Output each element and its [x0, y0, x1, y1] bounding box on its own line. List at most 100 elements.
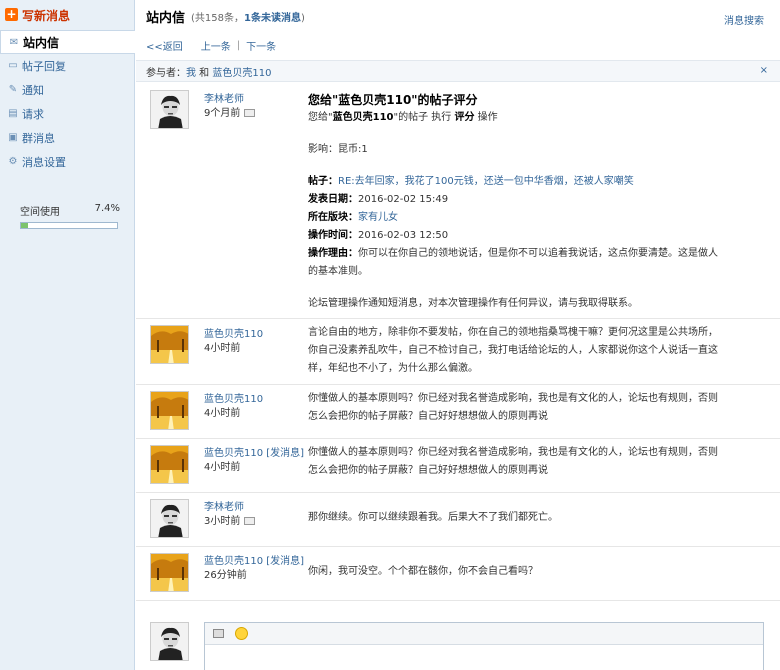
notice-post: 帖子：RE:去年回家，我花了100元钱，还送一包中华香烟，还被人家嘲笑	[308, 173, 718, 191]
message-body: 言论自由的地方，除非你不要发帖，你在自己的领地指桑骂槐干嘛？更何况这里是公共场所…	[308, 327, 718, 374]
notice-optime: 操作时间：2016-02-03 12:50	[308, 227, 718, 245]
avatar[interactable]	[150, 553, 189, 592]
next-link[interactable]: 下一条	[246, 38, 276, 53]
message-item: 李林老师 9个月前 您给"蓝色贝壳110"的帖子评分 您给"蓝色贝壳110"的帖…	[136, 83, 780, 319]
avatar[interactable]	[150, 391, 189, 430]
sidebar-item-message-settings[interactable]: ⚙ 消息设置	[0, 150, 134, 174]
space-usage-bar	[20, 222, 118, 229]
space-usage-fill	[21, 223, 29, 228]
message-author[interactable]: 李林老师	[204, 90, 244, 105]
field-label: 发表日期：	[308, 194, 358, 205]
reply-input[interactable]	[204, 622, 764, 670]
message-item: 蓝色贝壳110 4小时前 你懂做人的基本原则吗？你已经对我名誉造成影响，我也是有…	[136, 385, 780, 439]
line-text: 您给"	[308, 112, 333, 123]
message-author[interactable]: 蓝色贝壳110	[204, 325, 263, 340]
envelope-icon: ✉	[9, 37, 19, 48]
nav-separator: |	[236, 39, 241, 51]
close-icon[interactable]: ×	[760, 65, 768, 76]
sidebar-item-label: 通知	[22, 84, 44, 97]
notice-footer: 论坛管理操作通知短消息，对本次管理操作有任何异议，请与我取得联系。	[308, 298, 638, 309]
message-body: 你闲，我可没空。个个都在骸你，你不会自己看吗？	[308, 566, 538, 577]
group-chat-icon: ▣	[8, 132, 18, 143]
participant-other[interactable]: 蓝色贝壳110	[212, 64, 271, 79]
compose-label: 写新消息	[22, 8, 71, 23]
notice-date: 发表日期：2016-02-02 15:49	[308, 191, 718, 209]
field-label: 帖子：	[308, 176, 338, 187]
message-author-line: 蓝色贝壳110 [发消息]	[204, 444, 304, 459]
space-usage-label: 空间使用	[20, 207, 60, 218]
message-time: 26分钟前	[204, 570, 247, 581]
sidebar-item-inbox[interactable]: ✉ 站内信	[0, 30, 135, 54]
message-time: 4小时前	[204, 462, 241, 473]
avatar-autumn-icon	[151, 446, 188, 483]
message-body: 你懂做人的基本原则吗？你已经对我名誉造成影响，我也是有文化的人，论坛也有规则，否…	[308, 393, 718, 422]
field-label: 操作理由：	[308, 248, 358, 259]
link-icon[interactable]	[213, 629, 224, 638]
field-label: 所在版块：	[308, 212, 358, 223]
message-search-link[interactable]: 消息搜索	[724, 12, 764, 27]
sidebar-item-notices[interactable]: ✎ 通知	[0, 78, 134, 102]
reply-composer	[136, 608, 780, 670]
send-message-link[interactable]: [发消息]	[266, 556, 304, 567]
time-text: 3小时前	[204, 516, 241, 527]
message-item: 蓝色贝壳110 [发消息] 26分钟前 你闲，我可没空。个个都在骸你，你不会自己…	[136, 547, 780, 601]
notice-board: 所在版块：家有儿女	[308, 209, 718, 227]
message-author[interactable]: 李林老师	[204, 498, 244, 513]
avatar[interactable]	[150, 445, 189, 484]
unread-link[interactable]: 1条未读消息	[244, 13, 301, 24]
comment-icon: ▭	[8, 60, 18, 71]
sidebar-item-requests[interactable]: ▤ 请求	[0, 102, 134, 126]
count-suffix: )	[300, 12, 305, 24]
sidebar-item-group-messages[interactable]: ▣ 群消息	[0, 126, 134, 150]
field-label: 操作时间：	[308, 230, 358, 241]
send-message-link[interactable]: [发消息]	[266, 448, 304, 459]
sidebar-item-label: 消息设置	[22, 156, 66, 169]
board-link[interactable]: 家有儿女	[358, 212, 398, 223]
avatar-portrait-icon	[151, 91, 188, 128]
page-header: 站内信 (共158条，1条未读消息) 消息搜索	[136, 0, 780, 32]
sidebar-item-label: 帖子回复	[22, 60, 66, 73]
participants-bar: 参与者： 我 和 蓝色贝壳110 ×	[136, 60, 780, 82]
avatar-portrait-icon	[151, 623, 188, 660]
message-time: 4小时前	[204, 343, 241, 354]
message-item: 蓝色贝壳110 [发消息] 4小时前 你懂做人的基本原则吗？你已经对我名誉造成影…	[136, 439, 780, 493]
compose-button[interactable]: + 写新消息	[0, 0, 134, 30]
message-body: 你懂做人的基本原则吗？你已经对我名誉造成影响，我也是有文化的人，论坛也有规则，否…	[308, 447, 718, 476]
notice-reason: 操作理由：你可以在你自己的领地说话，但是你不可以追着我说话，这点你要清楚。这是做…	[308, 245, 718, 281]
line-text: 操作	[474, 112, 498, 123]
sidebar-item-label: 群消息	[22, 132, 55, 145]
message-body: 您给"蓝色贝壳110"的帖子评分 您给"蓝色贝壳110"的帖子 执行 评分 操作…	[308, 91, 718, 313]
smiley-icon[interactable]	[235, 627, 248, 640]
line-text: "的帖子 执行	[393, 112, 455, 123]
message-body: 那你继续。你可以继续跟着我。后果大不了我们都死亡。	[308, 512, 558, 523]
main-panel: 站内信 (共158条，1条未读消息) 消息搜索 <<返回 上一条 | 下一条 参…	[136, 0, 780, 670]
notice-title: 您给"蓝色贝壳110"的帖子评分	[308, 93, 478, 107]
participant-me[interactable]: 我	[186, 64, 196, 79]
message-author[interactable]: 蓝色贝壳110	[204, 390, 263, 405]
notice-line: 您给"蓝色贝壳110"的帖子 执行 评分 操作	[308, 109, 718, 127]
prev-link[interactable]: 上一条	[201, 38, 231, 53]
document-icon: ▤	[8, 108, 18, 119]
avatar[interactable]	[150, 325, 189, 364]
message-navigation: <<返回 上一条 | 下一条	[136, 32, 780, 58]
field-value: 2016-02-02 15:49	[358, 194, 449, 205]
post-link[interactable]: RE:去年回家，我花了100元钱，还送一包中华香烟，还被人家嘲笑	[338, 176, 634, 187]
avatar[interactable]	[150, 499, 189, 538]
back-link[interactable]: <<返回	[146, 38, 183, 53]
time-text: 9个月前	[204, 108, 241, 119]
avatar-autumn-icon	[151, 326, 188, 363]
message-time: 3小时前	[204, 512, 256, 527]
mail-icon	[244, 517, 256, 525]
plus-icon: +	[5, 7, 18, 21]
avatar[interactable]	[150, 90, 189, 129]
page-title: 站内信	[146, 10, 186, 26]
sidebar-item-post-replies[interactable]: ▭ 帖子回复	[0, 54, 134, 78]
avatar	[150, 622, 189, 661]
notice-influence: 影响：昆币:1	[308, 144, 368, 155]
avatar-autumn-icon	[151, 392, 188, 429]
participants-prefix: 参与者：	[146, 67, 186, 79]
message-item: 李林老师 3小时前 那你继续。你可以继续跟着我。后果大不了我们都死亡。	[136, 493, 780, 547]
message-author-line: 蓝色贝壳110 [发消息]	[204, 552, 304, 567]
pencil-icon: ✎	[8, 84, 18, 95]
sidebar-item-label: 请求	[22, 108, 44, 121]
